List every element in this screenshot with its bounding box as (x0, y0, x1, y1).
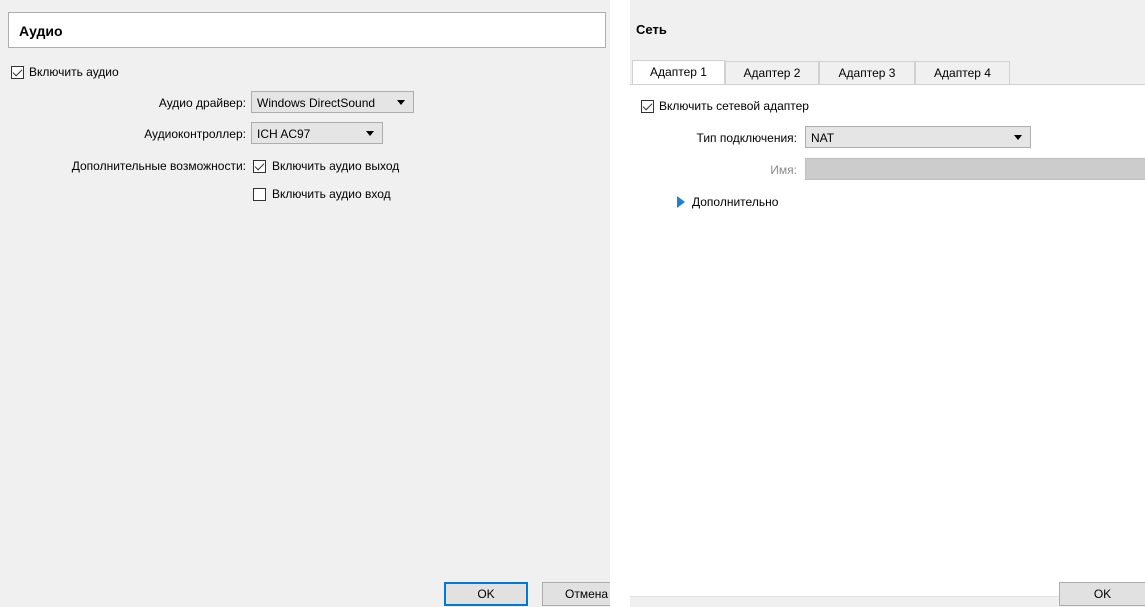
chevron-down-icon (397, 100, 405, 105)
tab-adapter-3[interactable]: Адаптер 3 (819, 61, 915, 84)
adapter-name-label: Имя: (770, 163, 797, 177)
tab-adapter-2[interactable]: Адаптер 2 (725, 61, 819, 84)
enable-network-adapter-checkbox[interactable] (641, 100, 654, 113)
cancel-button[interactable]: Отмена (542, 582, 610, 606)
audio-controller-select[interactable]: ICH AC97 (251, 122, 383, 144)
audio-driver-label: Аудио драйвер: (158, 96, 246, 110)
audio-controller-value: ICH AC97 (257, 127, 311, 141)
enable-audio-output-label: Включить аудио выход (272, 159, 400, 173)
page-title: Сеть (636, 22, 667, 37)
enable-audio-input-label: Включить аудио вход (272, 187, 391, 201)
enable-audio-input-checkbox[interactable] (253, 188, 266, 201)
adapter-tab-content: Включить сетевой адаптер Тип подключения… (630, 84, 1145, 597)
adapter-name-select[interactable] (805, 158, 1145, 180)
audio-controller-label: Аудиоконтроллер: (144, 127, 246, 141)
enable-network-adapter-label: Включить сетевой адаптер (659, 99, 809, 113)
chevron-down-icon (1014, 135, 1022, 140)
audio-settings-panel: Аудио Включить аудио Аудио драйвер: Wind… (0, 0, 610, 607)
audio-driver-value: Windows DirectSound (257, 96, 376, 110)
checkmark-icon (642, 100, 653, 111)
expand-triangle-icon[interactable] (677, 196, 685, 208)
ok-button[interactable]: OK (1059, 582, 1145, 606)
attached-to-select[interactable]: NAT (805, 126, 1031, 148)
attached-to-value: NAT (811, 131, 835, 145)
enable-audio-checkbox[interactable] (11, 66, 24, 79)
tab-adapter-1[interactable]: Адаптер 1 (632, 60, 725, 85)
adapter-tabs: Адаптер 1 Адаптер 2 Адаптер 3 Адаптер 4 (630, 60, 1145, 85)
advanced-expander-label[interactable]: Дополнительно (692, 195, 778, 209)
chevron-down-icon (366, 131, 374, 136)
tab-adapter-4[interactable]: Адаптер 4 (915, 61, 1010, 84)
enable-audio-output-checkbox[interactable] (253, 160, 266, 173)
page-title: Аудио (19, 23, 63, 39)
checkmark-icon (12, 66, 23, 77)
extended-features-label: Дополнительные возможности: (71, 159, 246, 173)
audio-title-box: Аудио (8, 12, 606, 48)
network-settings-panel: Сеть Адаптер 1 Адаптер 2 Адаптер 3 Адапт… (630, 0, 1145, 607)
audio-driver-select[interactable]: Windows DirectSound (251, 91, 414, 113)
checkmark-icon (254, 160, 265, 171)
panel-separator (610, 0, 630, 607)
attached-to-label: Тип подключения: (696, 131, 797, 145)
ok-button[interactable]: OK (444, 582, 528, 606)
enable-audio-label: Включить аудио (29, 65, 119, 79)
